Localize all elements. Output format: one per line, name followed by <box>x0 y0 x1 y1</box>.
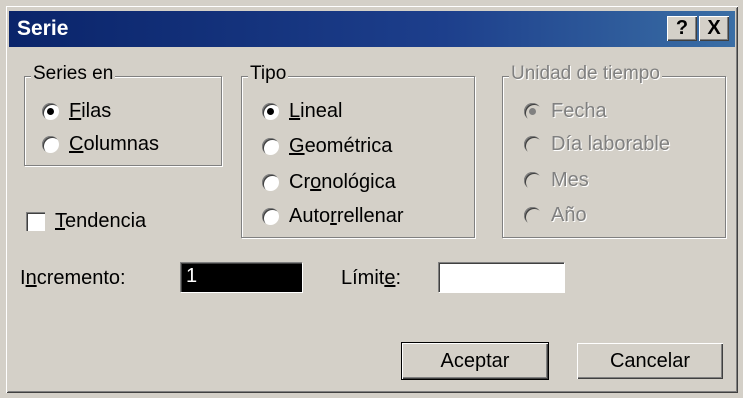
radio-fecha: Fecha <box>524 100 607 123</box>
unidad-tiempo-legend: Unidad de tiempo <box>509 63 662 85</box>
tendencia-label: Tendencia <box>55 210 147 232</box>
window-title: Serie <box>17 17 69 40</box>
radio-dia-laborable-label: Día laborable <box>551 133 670 155</box>
radio-fecha-label: Fecha <box>551 100 607 122</box>
radio-mes-label: Mes <box>551 169 589 191</box>
radio-dia-laborable: Día laborable <box>524 133 670 156</box>
radio-cronologica-indicator[interactable] <box>262 174 279 191</box>
radio-mes-indicator <box>524 172 541 189</box>
tendencia-checkbox-box[interactable] <box>26 212 45 231</box>
incremento-label: Incremento: <box>20 267 126 289</box>
radio-filas-indicator[interactable] <box>42 103 59 120</box>
cancel-button[interactable]: Cancelar <box>577 343 723 379</box>
radio-filas-label: Filas <box>69 100 112 122</box>
radio-columnas-label: Columnas <box>69 133 160 155</box>
radio-autorrellenar-indicator[interactable] <box>262 208 279 225</box>
help-button[interactable]: ? <box>667 16 697 41</box>
radio-mes: Mes <box>524 169 589 192</box>
incremento-input[interactable]: 1 <box>180 262 302 292</box>
accept-button[interactable]: Aceptar <box>401 342 549 380</box>
radio-geometrica-indicator[interactable] <box>262 138 279 155</box>
radio-autorrellenar[interactable]: Autorrellenar <box>262 205 404 228</box>
tipo-legend: Tipo <box>248 63 289 85</box>
radio-ano: Año <box>524 204 587 227</box>
radio-geometrica-label: Geométrica <box>289 135 393 157</box>
limite-label: Límite: <box>341 267 402 289</box>
radio-cronologica-label: Cronológica <box>289 171 396 193</box>
radio-filas[interactable]: Filas <box>42 100 111 123</box>
series-en-legend: Series en <box>31 63 116 85</box>
radio-fecha-indicator <box>524 103 541 120</box>
title-bar[interactable]: Serie ? X <box>9 11 735 47</box>
incremento-value: 1 <box>186 265 198 287</box>
radio-cronologica[interactable]: Cronológica <box>262 171 396 194</box>
radio-lineal-label: Lineal <box>289 100 343 122</box>
limite-input[interactable] <box>438 262 564 292</box>
close-button[interactable]: X <box>699 16 729 41</box>
radio-ano-indicator <box>524 207 541 224</box>
radio-dia-laborable-indicator <box>524 136 541 153</box>
radio-autorrellenar-label: Autorrellenar <box>289 205 404 227</box>
radio-columnas-indicator[interactable] <box>42 136 59 153</box>
checkbox-tendencia[interactable]: Tendencia <box>26 210 146 233</box>
radio-geometrica[interactable]: Geométrica <box>262 135 392 158</box>
radio-lineal[interactable]: Lineal <box>262 100 342 123</box>
radio-columnas[interactable]: Columnas <box>42 133 159 156</box>
radio-lineal-indicator[interactable] <box>262 103 279 120</box>
radio-ano-label: Año <box>551 204 587 226</box>
